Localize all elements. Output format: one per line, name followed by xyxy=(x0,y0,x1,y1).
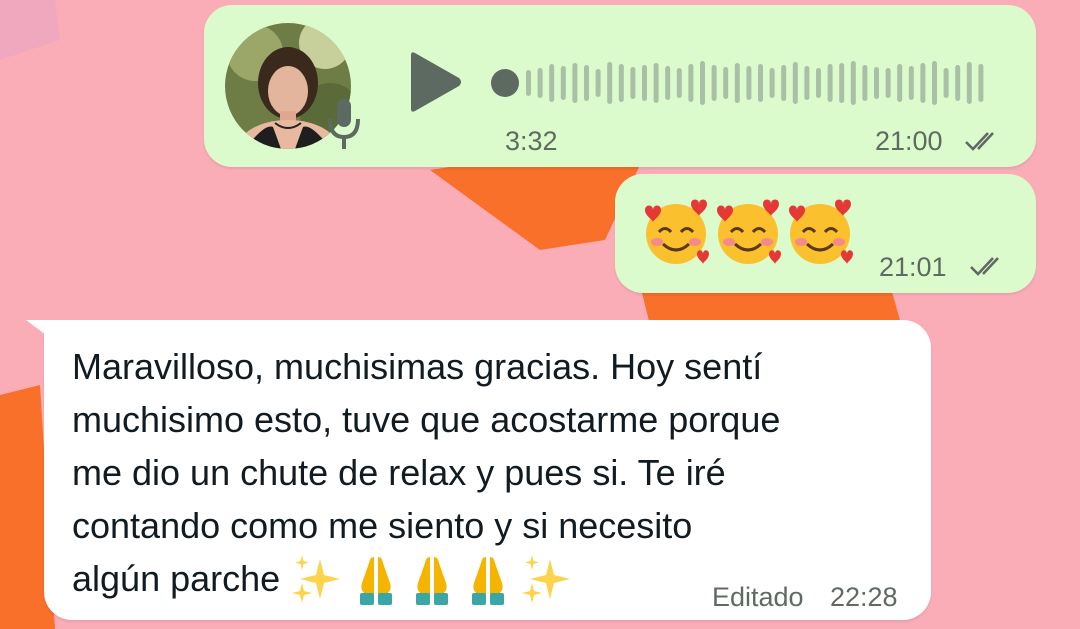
blue-shape-left xyxy=(0,0,60,60)
waveform[interactable] xyxy=(488,53,1008,113)
waveform-bar xyxy=(932,61,937,105)
microphone-icon xyxy=(328,99,360,149)
message-time: 21:01 xyxy=(879,252,947,282)
smiling-face-with-hearts-icon xyxy=(645,199,709,264)
waveform-bar xyxy=(572,63,578,103)
waveform-bar xyxy=(804,66,810,100)
waveform-bar xyxy=(526,70,531,96)
waveform-bar xyxy=(862,65,868,101)
waveform-bar xyxy=(792,62,798,104)
waveform-bar xyxy=(607,62,613,104)
waveform-bar xyxy=(618,64,624,102)
waveform-bar xyxy=(537,68,543,98)
waveform-bar xyxy=(874,67,879,99)
waveform-bar xyxy=(850,61,856,105)
sparkles-icon xyxy=(292,555,341,604)
waveform-bar xyxy=(584,65,589,101)
waveform-bar xyxy=(653,63,659,103)
waveform-bar xyxy=(676,68,682,98)
message-time: 22:28 xyxy=(830,582,898,612)
double-check-icon xyxy=(965,132,994,151)
folded-hands-icon xyxy=(472,557,505,606)
waveform-bar xyxy=(723,67,729,99)
waveform-bar xyxy=(769,68,775,98)
waveform-bar xyxy=(560,66,566,100)
waveform-bar xyxy=(943,68,949,98)
smiling-face-with-hearts-icon xyxy=(717,199,781,264)
text-message-bubble[interactable]: Maravilloso, muchisimas gracias. Hoy sen… xyxy=(44,320,931,620)
waveform-bar xyxy=(978,64,984,102)
emoji-message-bubble[interactable]: 21:01 xyxy=(615,174,1036,293)
waveform-bar xyxy=(908,66,914,100)
waveform-bar xyxy=(746,66,752,100)
smiling-face-with-hearts-icon xyxy=(789,199,853,264)
voice-message-bubble[interactable]: 3:32 21:00 xyxy=(204,5,1036,167)
waveform-bar xyxy=(885,68,891,98)
waveform-bar xyxy=(816,68,821,98)
message-text: Maravilloso, muchisimas gracias. Hoy sen… xyxy=(72,340,912,609)
waveform-bar xyxy=(758,64,763,102)
waveform-bar xyxy=(839,63,845,103)
message-time: 21:00 xyxy=(875,126,943,156)
waveform-bar xyxy=(734,63,740,103)
play-icon[interactable] xyxy=(407,51,463,113)
waveform-bar xyxy=(955,65,961,101)
waveform-bar xyxy=(688,64,694,102)
folded-hands-icon xyxy=(360,557,393,606)
waveform-bar xyxy=(549,64,555,102)
waveform-bar xyxy=(827,64,833,102)
edited-label: Editado xyxy=(712,582,804,612)
voice-duration: 3:32 xyxy=(505,126,558,156)
waveform-progress-knob[interactable] xyxy=(491,69,519,97)
folded-hands-icon xyxy=(416,557,449,606)
waveform-bar xyxy=(642,65,647,101)
waveform-bar xyxy=(897,64,903,102)
waveform-bar xyxy=(630,67,636,99)
waveform-bar xyxy=(781,65,787,101)
waveform-bar xyxy=(595,69,601,97)
double-check-icon xyxy=(970,257,999,276)
waveform-bar xyxy=(711,65,717,101)
waveform-bar xyxy=(700,61,705,105)
waveform-bar xyxy=(920,63,926,103)
waveform-bar xyxy=(966,62,972,104)
trailing-emoji xyxy=(290,553,574,609)
sparkles-icon xyxy=(522,555,571,604)
waveform-bar xyxy=(665,66,671,100)
